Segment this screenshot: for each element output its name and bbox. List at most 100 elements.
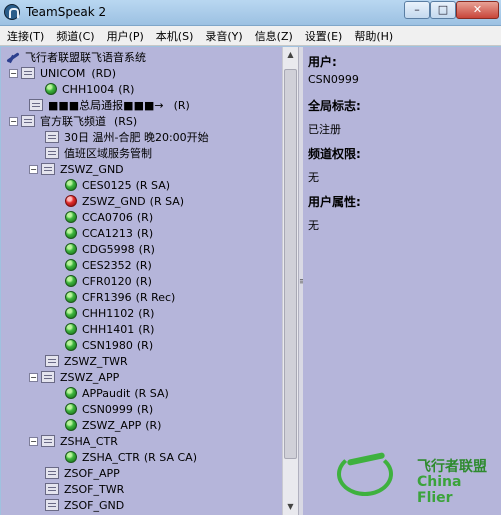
user-flags: (R SA) bbox=[134, 386, 169, 400]
close-button[interactable]: ✕ bbox=[456, 1, 499, 19]
user-attributes-value: 无 bbox=[308, 219, 319, 232]
china-flier-watermark: 飞行者联盟 China Flier bbox=[335, 446, 501, 506]
channel-zsof-app[interactable]: ZSOF_APP bbox=[45, 465, 120, 481]
menu-settings[interactable]: 设置(E) bbox=[298, 28, 348, 44]
user-row[interactable]: CSN0999 (R) bbox=[65, 401, 153, 417]
user-chh1004[interactable]: CHH1004 (R) bbox=[45, 81, 134, 97]
user-row[interactable]: CFR0120 (R) bbox=[65, 273, 152, 289]
user-row[interactable]: CHH1102 (R) bbox=[65, 305, 154, 321]
user-flags: (R) bbox=[136, 338, 154, 352]
user-row[interactable]: CES0125 (R SA) bbox=[65, 177, 170, 193]
channel-zsof-gnd[interactable]: ZSOF_GND bbox=[45, 497, 124, 513]
user-status-icon bbox=[65, 291, 77, 303]
user-row[interactable]: CHH1401 (R) bbox=[65, 321, 154, 337]
menu-self[interactable]: 本机(S) bbox=[149, 28, 199, 44]
channel-icon bbox=[41, 435, 55, 447]
user-attributes-label: 用户属性: bbox=[308, 195, 361, 209]
user-label: 用户: bbox=[308, 55, 337, 69]
channel-label: ZSOF_APP bbox=[64, 466, 120, 480]
user-flags: (R) bbox=[138, 322, 155, 336]
menu-info[interactable]: 信息(Z) bbox=[248, 28, 298, 44]
user-label: CES2352 bbox=[82, 258, 132, 272]
user-status-icon bbox=[65, 275, 77, 287]
collapse-icon[interactable]: − bbox=[9, 116, 18, 126]
channel-label: ■■■总局通报■■■→ bbox=[48, 99, 164, 112]
user-label: APPaudit bbox=[82, 386, 131, 400]
user-flags: (R) bbox=[145, 418, 162, 432]
user-status-icon bbox=[65, 211, 77, 223]
channel-zswz-app[interactable]: − ZSWZ_APP bbox=[29, 369, 119, 385]
channel-label: ZSWZ_APP bbox=[60, 370, 120, 384]
user-row[interactable]: CES2352 (R) bbox=[65, 257, 152, 273]
maximize-button[interactable]: □ bbox=[430, 1, 456, 19]
menu-channel[interactable]: 频道(C) bbox=[49, 28, 99, 44]
window-title: TeamSpeak 2 bbox=[26, 5, 107, 19]
subchannel-schedule[interactable]: 30日 温州-合肥 晚20:00开始 bbox=[45, 129, 209, 145]
channel-label: ZSOF_GND bbox=[64, 498, 125, 512]
subchannel-duty[interactable]: 值班区域服务管制 bbox=[45, 145, 152, 161]
user-flags: (R) bbox=[135, 258, 152, 272]
channel-zswz-gnd[interactable]: − ZSWZ_GND bbox=[29, 161, 124, 177]
channel-icon bbox=[45, 131, 59, 143]
user-label: CCA1213 bbox=[82, 226, 133, 240]
user-flags: (R SA) bbox=[135, 178, 171, 192]
user-flags: (R Rec) bbox=[135, 290, 176, 304]
collapse-icon[interactable]: − bbox=[29, 164, 38, 174]
user-status-icon bbox=[65, 419, 77, 431]
user-label: CSN0999 bbox=[82, 402, 133, 416]
user-row[interactable]: CCA1213 (R) bbox=[65, 225, 153, 241]
channel-notice[interactable]: ■■■总局通报■■■→ (R) bbox=[29, 97, 190, 113]
channel-unicom[interactable]: − UNICOM (RD) bbox=[9, 65, 116, 81]
channel-label: ZSHA_CTR bbox=[60, 434, 118, 448]
user-row[interactable]: ZSWZ_GND (R SA) bbox=[65, 193, 184, 209]
user-flags: (R) bbox=[138, 306, 155, 320]
user-status-icon bbox=[45, 83, 57, 95]
user-status-icon bbox=[65, 451, 77, 463]
collapse-icon[interactable]: − bbox=[29, 436, 38, 446]
user-row[interactable]: APPaudit (R SA) bbox=[65, 385, 169, 401]
global-flags-label: 全局标志: bbox=[308, 99, 361, 113]
user-flags: (R SA) bbox=[149, 194, 185, 208]
scroll-down-icon[interactable]: ▼ bbox=[283, 499, 298, 515]
user-value: CSN0999 bbox=[308, 73, 359, 86]
menu-player[interactable]: 用户(P) bbox=[100, 28, 149, 44]
menu-connect[interactable]: 连接(T) bbox=[0, 28, 49, 44]
user-status-icon bbox=[65, 307, 77, 319]
user-row[interactable]: CCA0706 (R) bbox=[65, 209, 153, 225]
channel-tree: 飞行者联盟联飞语音系统 − UNICOM (RD) CHH1004 (R) ■■… bbox=[1, 47, 282, 515]
channel-icon bbox=[45, 355, 59, 367]
channel-zsof-twr[interactable]: ZSOF_TWR bbox=[45, 481, 124, 497]
user-row[interactable]: CFR1396 (R Rec) bbox=[65, 289, 175, 305]
minimize-button[interactable]: – bbox=[404, 1, 430, 19]
user-speaking-icon bbox=[65, 195, 77, 207]
user-flags: (R) bbox=[136, 210, 154, 224]
user-status-icon bbox=[65, 339, 77, 351]
channel-icon bbox=[21, 67, 35, 79]
channel-flags: (R) bbox=[173, 98, 190, 112]
watermark-en: China Flier bbox=[417, 474, 462, 506]
user-flags: (R SA CA) bbox=[143, 450, 197, 464]
menu-help[interactable]: 帮助(H) bbox=[347, 28, 398, 44]
channel-label: 官方联飞频道 bbox=[40, 115, 106, 128]
airplane-icon bbox=[5, 50, 21, 64]
user-row[interactable]: ZSHA_CTR (R SA CA) bbox=[65, 449, 197, 465]
channel-rights-label: 频道权限: bbox=[308, 147, 361, 161]
channel-icon bbox=[45, 499, 59, 511]
user-row[interactable]: ZSWZ_APP (R) bbox=[65, 417, 161, 433]
channel-official[interactable]: − 官方联飞频道 (RS) bbox=[9, 113, 137, 129]
tree-root[interactable]: 飞行者联盟联飞语音系统 bbox=[5, 49, 146, 65]
channel-label: ZSWZ_GND bbox=[60, 162, 124, 176]
menu-record[interactable]: 录音(Y) bbox=[198, 28, 247, 44]
collapse-icon[interactable]: − bbox=[29, 372, 38, 382]
info-panel: 用户: CSN0999 全局标志: 已注册 频道权限: 无 用户属性: 无 bbox=[303, 47, 501, 515]
scroll-thumb[interactable] bbox=[284, 69, 297, 459]
user-label: CHH1102 bbox=[82, 306, 135, 320]
channel-zsha-ctr[interactable]: − ZSHA_CTR bbox=[29, 433, 118, 449]
channel-zswz-twr[interactable]: ZSWZ_TWR bbox=[45, 353, 128, 369]
scroll-up-icon[interactable]: ▲ bbox=[283, 47, 298, 63]
collapse-icon[interactable]: − bbox=[9, 68, 18, 78]
user-row[interactable]: CSN1980 (R) bbox=[65, 337, 153, 353]
user-row[interactable]: CDG5998 (R) bbox=[65, 241, 155, 257]
channel-label: UNICOM bbox=[40, 66, 86, 80]
tree-scrollbar[interactable]: ▲ ▼ bbox=[282, 47, 298, 515]
